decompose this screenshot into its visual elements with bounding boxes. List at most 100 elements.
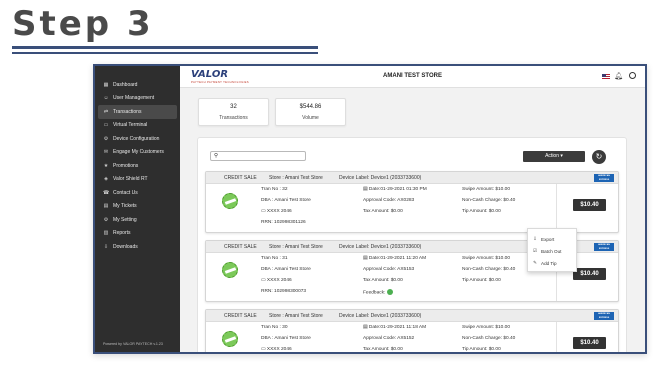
transaction-date-value: Date:01-29-2021 11:18 AM [368,325,427,330]
sidebar-item-label: Virtual Terminal [113,122,148,129]
virtual-terminal-icon: ▭ [103,122,109,129]
download-icon: ⇩ [103,243,109,250]
approval-code: Approval Code: AX5152 [363,336,415,341]
sidebar-item-my-tickets[interactable]: ▤ My Tickets [95,200,180,214]
transaction-total-button[interactable]: $10.40 [573,337,606,349]
user-account-icon[interactable] [629,72,636,79]
approval-code: Approval Code: AX5153 [363,267,415,272]
sidebar-item-contact-us[interactable]: ☎ Contact Us [95,186,180,200]
stat-card-transactions: 32 Transactions [198,98,269,126]
us-flag-icon[interactable] [602,74,610,79]
app-screenshot: ▦ Dashboard ☺ User Management ⇄ Transactions ▭… [93,64,647,354]
settings-icon: ⚙ [103,216,109,223]
sidebar-item-engage-my-customers[interactable]: ✉ Engage My Customers [95,146,180,160]
feedback-label: Feedback: [363,290,386,296]
add-tip-icon: ✎ [533,260,537,265]
heading-underline-secondary [12,52,318,54]
tip-amount: Tip Amount: $0.00 [462,209,501,214]
sidebar-item-reports[interactable]: ▥ Reports [95,227,180,241]
transaction-date-value: Date:01-29-2021 01:30 PM [368,187,427,192]
dba: DBA : Amani Test Store [261,267,311,272]
card-number: ▭ XXXX 2046 [261,347,292,352]
menu-item-export[interactable]: ⇩ Export [528,233,576,245]
menu-item-label: Export [541,236,555,242]
engage-icon: ✉ [103,149,109,156]
rrn: RRN: 102998300073 [261,289,307,294]
tickets-icon: ▤ [103,203,109,210]
search-icon: ⚲ [214,153,219,159]
non-cash-charge: Non-Cash Charge: $0.40 [462,336,516,341]
transaction-total-button[interactable]: $10.40 [573,199,606,211]
sidebar-footer: Powered by VALOR PAYTECH v.1.23 [103,342,163,346]
user-management-icon: ☺ [103,95,109,102]
sidebar-item-label: Transactions [113,108,142,115]
action-dropdown-button[interactable]: Action ▾ [523,151,585,162]
tax-amount: Tax Amount: $0.00 [363,278,403,283]
transaction-store: Store : Amani Test Store [269,313,323,319]
sidebar-item-valor-shield-rt[interactable]: ◈ Valor Shield RT [95,173,180,187]
menu-item-label: Add Tip [541,260,557,266]
stat-value: 32 [230,104,237,110]
smiley-feedback-icon[interactable] [387,289,394,295]
sidebar-item-label: Device Configuration [113,135,160,142]
sidebar-item-transactions[interactable]: ⇄ Transactions [98,105,177,119]
sidebar-item-label: My Tickets [113,203,137,210]
device-icon: ⚙ [103,135,109,142]
transaction-date: ▤ Date:01-29-2021 11:18 AM [363,325,426,330]
sidebar-item-label: Engage My Customers [113,149,164,156]
stat-value: $544.86 [299,104,322,110]
sidebar-item-promotions[interactable]: ★ Promotions [95,159,180,173]
stat-label: Transactions [219,115,248,121]
transaction-total-button[interactable]: $10.40 [573,268,606,280]
menu-item-batch-out[interactable]: ☑ Batch Out [528,245,576,257]
sidebar-item-device-configuration[interactable]: ⚙ Device Configuration [95,132,180,146]
tran-no: Tran No : 30 [261,325,288,330]
dashboard-icon: ▦ [103,81,109,88]
amex-card-brand-icon: AMERICAN EXPRESS [594,243,614,251]
bell-icon[interactable]: 🔔︎ [614,72,623,80]
sidebar: ▦ Dashboard ☺ User Management ⇄ Transactions ▭… [95,66,180,352]
search-input[interactable]: ⚲ [210,151,306,161]
sidebar-item-downloads[interactable]: ⇩ Downloads [95,240,180,254]
refresh-button[interactable]: ↻ [592,150,606,164]
swipe-amount: Swipe Amount: $10.00 [462,325,511,330]
swipe-amount: Swipe Amount: $10.00 [462,256,511,261]
tax-amount: Tax Amount: $0.00 [363,209,403,214]
tran-no: Tran No : 31 [261,256,288,261]
sidebar-item-label: Promotions [113,162,139,169]
sidebar-nav: ▦ Dashboard ☺ User Management ⇄ Transactions ▭… [95,78,180,254]
reports-icon: ▥ [103,230,109,237]
transaction-type: CREDIT SALE [224,313,257,319]
dba: DBA : Amani Test Store [261,198,311,203]
transaction-card[interactable]: CREDIT SALE Store : Amani Test Store Dev… [205,309,619,352]
batch-out-icon: ☑ [533,248,537,253]
card-divider [556,322,557,352]
transaction-card[interactable]: CREDIT SALE Store : Amani Test Store Dev… [205,171,619,233]
transaction-device: Device Label: Device1 (2033733600) [339,175,422,181]
transaction-type: CREDIT SALE [224,175,257,181]
sidebar-item-label: Contact Us [113,189,138,196]
tax-amount: Tax Amount: $0.00 [363,347,403,352]
contact-icon: ☎ [103,189,110,196]
sidebar-item-virtual-terminal[interactable]: ▭ Virtual Terminal [95,119,180,133]
feedback: Feedback: [363,289,394,296]
sidebar-item-label: My Setting [113,216,137,223]
menu-item-add-tip[interactable]: ✎ Add Tip [528,257,576,269]
card-number: ▭ XXXX 2046 [261,278,292,283]
shield-icon: ◈ [104,176,108,183]
sidebar-item-user-management[interactable]: ☺ User Management [95,92,180,106]
sidebar-item-dashboard[interactable]: ▦ Dashboard [95,78,180,92]
approved-seal-icon [222,193,238,209]
step-title: Step 3 [12,4,154,44]
transaction-device: Device Label: Device1 (2033733600) [339,313,422,319]
heading-underline [12,46,318,49]
export-icon: ⇩ [533,236,537,241]
sidebar-item-my-setting[interactable]: ⚙ My Setting [95,213,180,227]
approved-seal-icon [222,331,238,347]
tip-amount: Tip Amount: $0.00 [462,347,501,352]
transaction-type: CREDIT SALE [224,244,257,250]
amex-card-brand-icon: AMERICAN EXPRESS [594,174,614,182]
stat-label: Volume [302,115,319,121]
sidebar-item-label: Reports [113,230,131,237]
non-cash-charge: Non-Cash Charge: $0.40 [462,198,516,203]
